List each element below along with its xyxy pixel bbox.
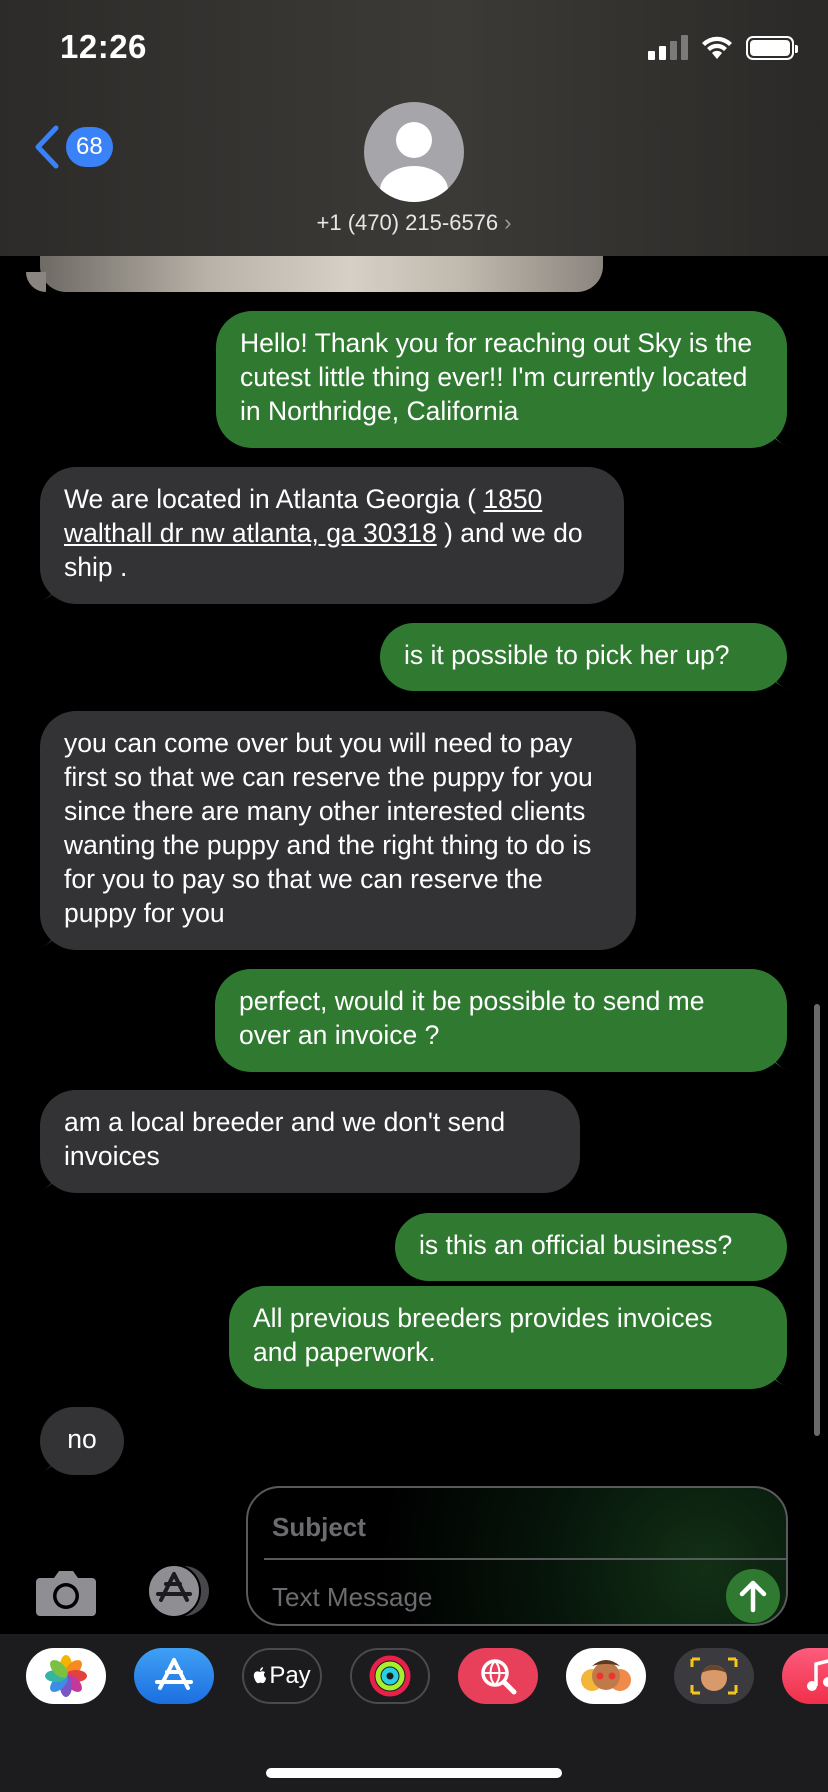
sent-message-bubble[interactable]: Hello! Thank you for reaching out Sky is… [216, 311, 797, 448]
bubble-tail [771, 422, 797, 448]
message-text: am a local breeder and we don't send inv… [64, 1107, 506, 1171]
subject-input[interactable]: Subject [272, 1512, 366, 1543]
received-message-bubble[interactable]: you can come over but you will need to p… [30, 711, 636, 950]
divider [264, 1558, 786, 1560]
message-compose-field[interactable]: Subject Text Message [246, 1486, 788, 1626]
bubble-tail [30, 578, 56, 604]
sent-message-bubble[interactable]: perfect, would it be possible to send me… [215, 969, 797, 1072]
app-store-a-icon [155, 1658, 193, 1690]
message-text: you can come over but you will need to p… [64, 728, 593, 928]
music-app-icon[interactable] [782, 1648, 828, 1704]
bubble-tail [30, 1167, 56, 1193]
unread-count-badge: 68 [66, 127, 113, 167]
received-message-bubble[interactable]: am a local breeder and we don't send inv… [30, 1090, 580, 1193]
camera-icon[interactable] [34, 1566, 98, 1618]
cellular-signal-icon [648, 34, 688, 60]
fitness-app-icon[interactable] [350, 1648, 430, 1704]
sent-message-bubble[interactable]: is this an official business? [395, 1213, 787, 1281]
back-button[interactable]: 68 [30, 124, 113, 170]
status-icons [648, 34, 798, 60]
contact-phone-number: +1 (470) 215-6576 [316, 210, 499, 235]
app-store-app-icon[interactable] [134, 1648, 214, 1704]
message-text: is this an official business? [419, 1230, 733, 1260]
battery-icon [746, 36, 798, 60]
chevron-right-icon: › [504, 210, 512, 235]
activity-rings-icon [369, 1655, 411, 1697]
message-text: is it possible to pick her up? [404, 640, 730, 670]
conversation-header: 12:26 68 +1 (470) 215-6576 › [0, 0, 828, 256]
contact-name[interactable]: +1 (470) 215-6576 › [0, 210, 828, 236]
bubble-tail [771, 1046, 797, 1072]
message-text: All previous breeders provides invoices … [253, 1303, 713, 1367]
chevron-left-icon [35, 125, 59, 169]
sent-message-bubble[interactable]: is it possible to pick her up? [380, 623, 797, 691]
bubble-tail [30, 924, 56, 950]
send-button[interactable] [726, 1569, 780, 1623]
home-indicator[interactable] [266, 1768, 562, 1778]
image-search-app-icon[interactable] [458, 1648, 538, 1704]
message-text: We are located in Atlanta Georgia ( [64, 484, 484, 514]
bubble-tail [771, 665, 797, 691]
apple-pay-app-icon[interactable]: Pay [242, 1648, 322, 1704]
message-text: perfect, would it be possible to send me… [239, 986, 705, 1050]
arrow-up-icon [739, 1580, 767, 1613]
animoji-face-icon [690, 1657, 738, 1695]
input-bar: Subject Text Message [0, 1476, 828, 1634]
memoji-faces-icon [581, 1660, 631, 1691]
scrollbar[interactable] [814, 1004, 820, 1436]
apple-pay-label: Pay [269, 1662, 311, 1689]
received-message-bubble[interactable]: no [30, 1407, 124, 1475]
wifi-icon [702, 36, 732, 59]
photos-app-icon[interactable] [26, 1648, 106, 1704]
app-store-icon[interactable] [140, 1564, 214, 1618]
music-note-icon [807, 1659, 828, 1691]
app-drawer: Pay [0, 1634, 828, 1792]
person-icon [380, 122, 448, 202]
message-text: Hello! Thank you for reaching out Sky is… [240, 328, 753, 426]
received-message-bubble[interactable]: We are located in Atlanta Georgia ( 1850… [30, 467, 624, 604]
globe-search-icon [481, 1659, 517, 1695]
bubble-tail [771, 1363, 797, 1389]
status-time: 12:26 [60, 28, 147, 65]
image-attachment[interactable] [26, 256, 603, 292]
memoji-stickers-app-icon[interactable] [566, 1648, 646, 1704]
bubble-tail [30, 1449, 56, 1475]
sent-message-bubble[interactable]: All previous breeders provides invoices … [229, 1286, 797, 1389]
message-text: no [67, 1424, 97, 1454]
message-input[interactable]: Text Message [272, 1582, 432, 1613]
animoji-app-icon[interactable] [674, 1648, 754, 1704]
contact-avatar[interactable] [364, 102, 464, 202]
message-list[interactable]: Hello! Thank you for reaching out Sky is… [0, 256, 828, 1476]
photos-flower-icon [45, 1655, 87, 1697]
apple-logo-icon [254, 1667, 267, 1684]
